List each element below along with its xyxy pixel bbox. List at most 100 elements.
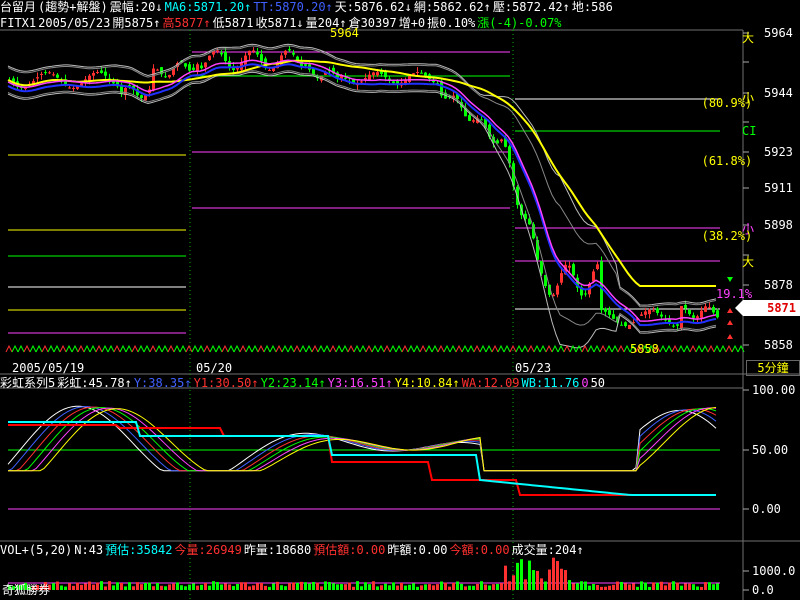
- volume-bar: [476, 583, 479, 590]
- candle-body: [376, 72, 379, 76]
- fib-label-6: (38.2%): [701, 229, 753, 243]
- candle-body: [196, 64, 199, 72]
- volume-bar: [580, 581, 583, 590]
- signal-marker: [275, 344, 283, 353]
- signal-marker: [23, 344, 31, 353]
- volume-bar: [348, 582, 351, 590]
- volume-bar: [648, 586, 651, 590]
- arrow-up-icon: [727, 320, 733, 325]
- period-selector[interactable]: 5分鐘: [746, 360, 800, 376]
- indicator-field-1: 彩虹:45.78↑: [57, 376, 132, 390]
- volume-bar: [472, 585, 475, 590]
- candle-body: [96, 72, 99, 74]
- signal-marker: [281, 344, 289, 353]
- signal-marker: [407, 344, 415, 353]
- candle-body: [164, 76, 167, 78]
- volume-bar: [88, 581, 91, 590]
- volume-bar: [64, 586, 67, 590]
- signal-marker: [107, 344, 115, 353]
- price-tick-1: 5944: [764, 86, 793, 100]
- volume-bar: [260, 582, 263, 590]
- signal-marker: [137, 344, 145, 353]
- volume-bar: [400, 582, 403, 590]
- volume-bar: [340, 584, 343, 590]
- volume-bar: [452, 582, 455, 590]
- signal-marker: [563, 344, 571, 353]
- volume-bar: [372, 581, 375, 590]
- volume-bar: [292, 582, 295, 590]
- volume-bar: [392, 582, 395, 590]
- wa-step-line: [8, 424, 716, 496]
- signal-marker: [707, 344, 715, 353]
- candle-body: [572, 264, 575, 276]
- signal-marker: [29, 344, 37, 353]
- candle-body: [416, 72, 419, 74]
- volume-field-6: 昨額:0.00: [387, 543, 448, 557]
- volume-bar: [408, 584, 411, 590]
- signal-marker: [77, 344, 85, 353]
- volume-bar: [168, 584, 171, 590]
- candle-body: [236, 68, 239, 70]
- volume-bar: [604, 586, 607, 590]
- volume-bar: [220, 584, 223, 590]
- date-tick-0: 2005/05/19: [12, 361, 85, 375]
- candle-body: [684, 304, 687, 309]
- signal-marker: [683, 344, 691, 353]
- signal-marker: [395, 344, 403, 353]
- volume-bar: [148, 582, 151, 590]
- signal-marker: [5, 344, 13, 353]
- volume-bar: [644, 582, 647, 590]
- volume-bar: [268, 586, 271, 590]
- candle-body: [36, 77, 39, 79]
- candle-body: [568, 265, 571, 268]
- header-row-1: 台留月 (趨勢+解盤) 震幅:20↓ MA6:5871.20↑ TT:5870.20↑ 天…: [0, 0, 615, 14]
- volume-bar: [668, 582, 671, 590]
- volume-bar: [620, 581, 623, 590]
- volume-bar: [236, 583, 239, 590]
- volume-bar: [92, 584, 95, 590]
- volume-bar: [664, 585, 667, 590]
- candle-body: [584, 293, 587, 295]
- volume-bar: [608, 585, 611, 590]
- volume-bar: [100, 581, 103, 590]
- volume-bar: [364, 582, 367, 590]
- header-field-3: MA6:5871.20↑: [164, 0, 252, 14]
- volume-bar: [60, 585, 63, 590]
- candle-body: [284, 50, 287, 55]
- arrow-up-icon: [727, 308, 733, 313]
- header-field-2: 震幅:20↓: [109, 0, 163, 14]
- volume-bar: [600, 586, 603, 590]
- signal-marker: [113, 344, 121, 353]
- volume-bar: [264, 585, 267, 590]
- signal-marker: [509, 344, 517, 353]
- volume-bar: [688, 583, 691, 590]
- volume-bar: [328, 582, 331, 590]
- volume-bar: [544, 581, 547, 590]
- candle-body: [392, 81, 395, 84]
- volume-bar: [624, 583, 627, 590]
- header-field-6: 網:5862.62↑: [413, 0, 491, 14]
- chart-canvas[interactable]: [0, 0, 800, 600]
- volume-bar: [216, 582, 219, 590]
- signal-marker: [581, 344, 589, 353]
- candle-body: [628, 324, 631, 329]
- signal-marker: [221, 344, 229, 353]
- bollinger-lower: [7, 71, 717, 349]
- signal-marker: [713, 344, 721, 353]
- signal-marker: [257, 344, 265, 353]
- volume-bar: [196, 585, 199, 590]
- volume-bar: [416, 586, 419, 590]
- signal-marker: [101, 344, 109, 353]
- volume-bar: [700, 586, 703, 590]
- candle-body: [412, 73, 415, 75]
- volume-bar: [564, 570, 567, 590]
- indicator-field-7: WA:12.09: [461, 376, 520, 390]
- quote-field-2: 開5875↑: [112, 16, 161, 30]
- signal-marker: [35, 344, 43, 353]
- candle-body: [100, 70, 103, 73]
- volume-bar: [244, 582, 247, 590]
- volume-bar: [640, 581, 643, 590]
- header-field-4: TT:5870.20↑: [253, 0, 333, 14]
- candle-body: [716, 310, 719, 318]
- signal-marker: [425, 344, 433, 353]
